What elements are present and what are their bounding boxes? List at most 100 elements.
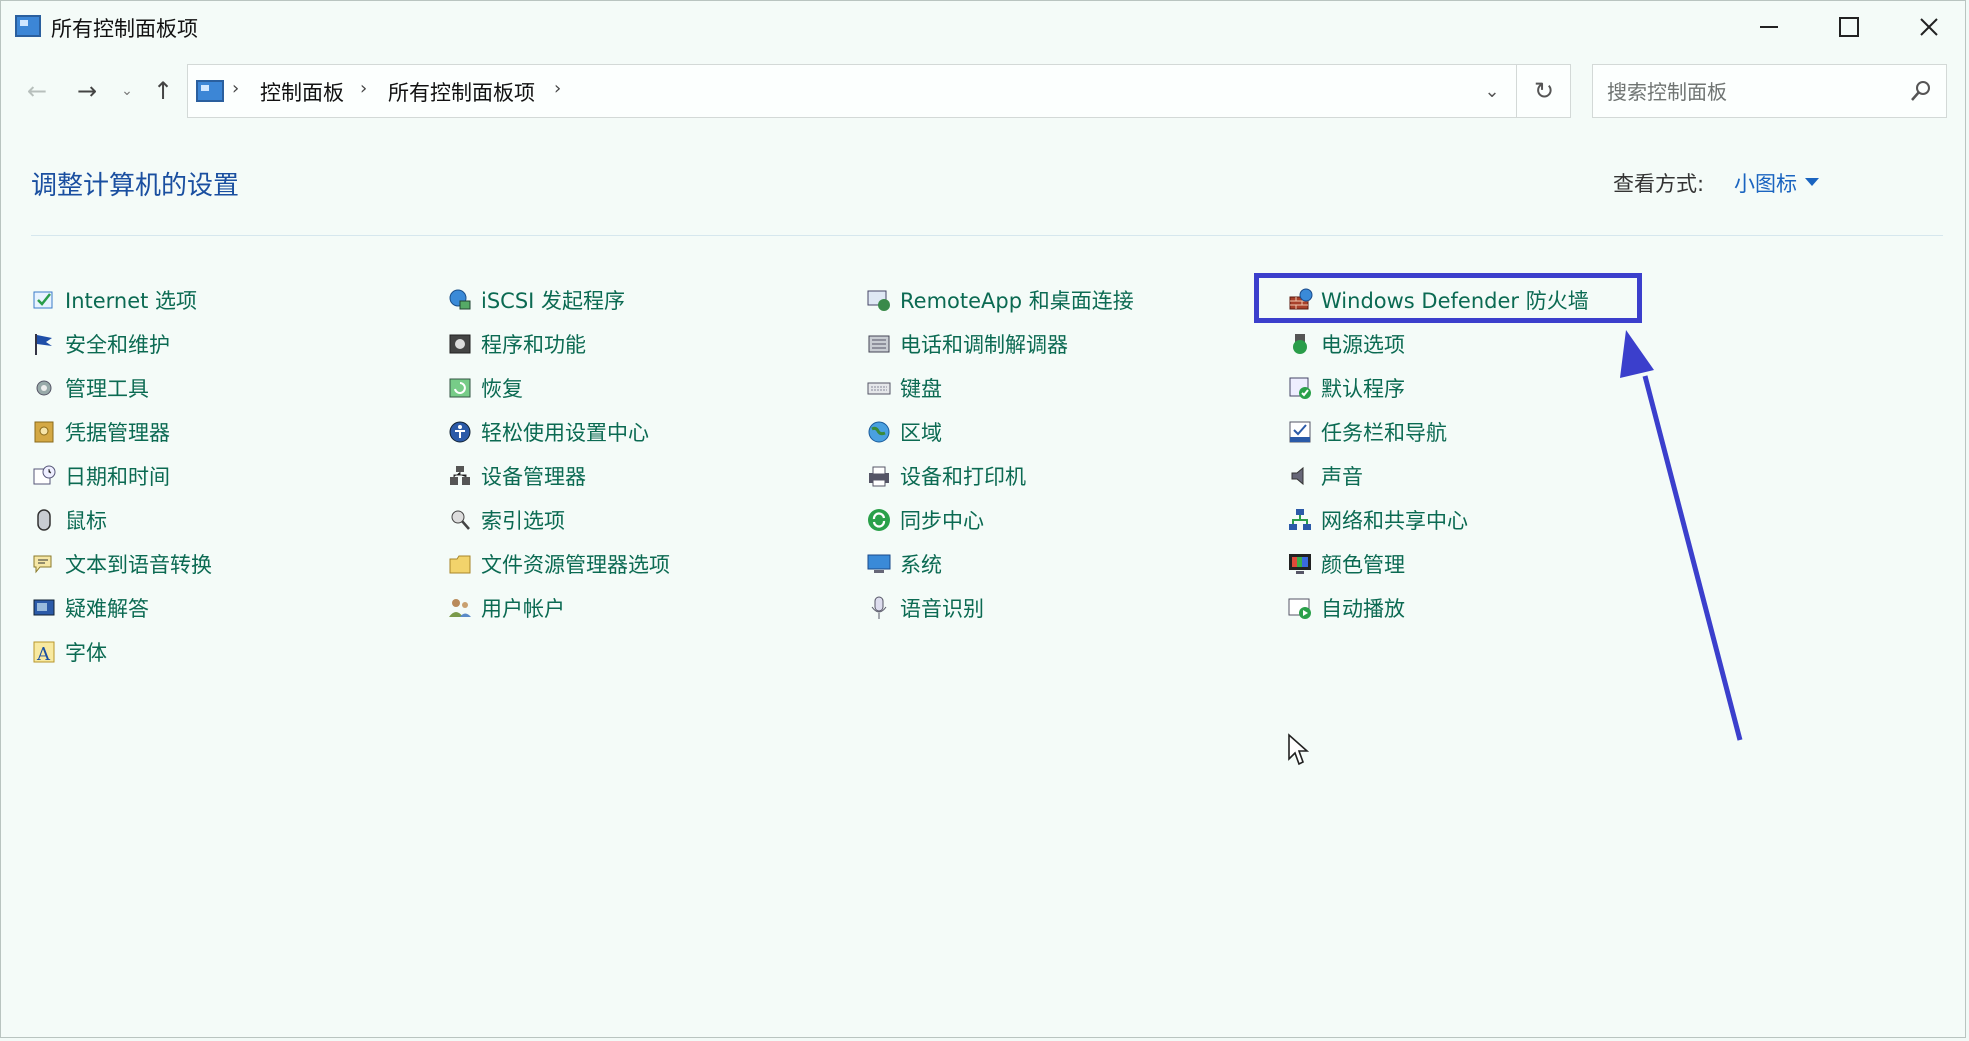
caret-down-icon[interactable] (1805, 178, 1819, 186)
search-input[interactable] (1605, 75, 1889, 109)
control-panel-item-label[interactable]: 电话和调制解调器 (900, 329, 1068, 359)
control-panel-item-label[interactable]: 疑难解答 (65, 593, 149, 623)
control-panel-item[interactable]: RemoteApp 和桌面连接 (866, 282, 1134, 318)
control-panel-item-label[interactable]: 用户帐户 (481, 593, 565, 623)
control-panel-item[interactable]: 设备和打印机 (866, 458, 1026, 494)
control-panel-item[interactable]: 安全和维护 (31, 326, 170, 362)
control-panel-item-label[interactable]: 同步中心 (900, 505, 984, 535)
speech-text-icon (31, 551, 57, 577)
svg-text:A: A (36, 644, 51, 665)
control-panel-item[interactable]: 系统 (866, 546, 942, 582)
control-panel-item[interactable]: 语音识别 (866, 590, 984, 626)
programs-icon (447, 331, 473, 357)
breadcrumb-separator[interactable]: › (232, 78, 239, 99)
control-panel-item-label[interactable]: RemoteApp 和桌面连接 (900, 285, 1134, 315)
control-panel-item-label[interactable]: 字体 (65, 637, 107, 667)
address-bar[interactable]: › 控制面板 › 所有控制面板项 › ⌄ ↻ (187, 64, 1571, 118)
minimize-icon (1760, 26, 1778, 28)
control-panel-item[interactable]: 程序和功能 (447, 326, 586, 362)
control-panel-item-label[interactable]: 恢复 (481, 373, 523, 403)
control-panel-item[interactable]: 同步中心 (866, 502, 984, 538)
control-panel-item[interactable]: 用户帐户 (447, 590, 565, 626)
address-history-dropdown[interactable]: ⌄ (1468, 65, 1516, 117)
back-button[interactable]: ← (19, 73, 55, 109)
search-icon[interactable] (1909, 79, 1933, 103)
search-box[interactable] (1592, 64, 1947, 118)
divider (31, 235, 1943, 236)
power-icon (1287, 331, 1313, 357)
maximize-button[interactable] (1809, 1, 1889, 53)
recent-locations-button[interactable]: ⌄ (115, 73, 139, 109)
control-panel-item[interactable]: 颜色管理 (1287, 546, 1405, 582)
ease-of-access-icon (447, 419, 473, 445)
control-panel-item-label[interactable]: 电源选项 (1321, 329, 1405, 359)
breadcrumb-control-panel[interactable]: 控制面板 (260, 77, 344, 107)
control-panel-item-label[interactable]: 颜色管理 (1321, 549, 1405, 579)
control-panel-item-label[interactable]: 凭据管理器 (65, 417, 170, 447)
control-panel-item[interactable]: 轻松使用设置中心 (447, 414, 649, 450)
control-panel-item[interactable]: A 字体 (31, 634, 107, 670)
control-panel-item-label[interactable]: 默认程序 (1321, 373, 1405, 403)
control-panel-item-label[interactable]: 管理工具 (65, 373, 149, 403)
calendar-clock-icon (31, 463, 57, 489)
breadcrumb-all-items[interactable]: 所有控制面板项 (388, 77, 535, 107)
control-panel-item-label[interactable]: 程序和功能 (481, 329, 586, 359)
control-panel-item-label[interactable]: 鼠标 (65, 505, 107, 535)
refresh-button[interactable]: ↻ (1516, 65, 1571, 117)
minimize-button[interactable] (1729, 1, 1809, 53)
flag-icon (31, 331, 57, 357)
control-panel-item-label[interactable]: 文件资源管理器选项 (481, 549, 670, 579)
control-panel-item[interactable]: 日期和时间 (31, 458, 170, 494)
control-panel-item-label[interactable]: 声音 (1321, 461, 1363, 491)
control-panel-item-label[interactable]: 安全和维护 (65, 329, 170, 359)
up-button[interactable]: ↑ (145, 73, 181, 109)
control-panel-item-label[interactable]: 设备和打印机 (900, 461, 1026, 491)
control-panel-item[interactable]: 文本到语音转换 (31, 546, 212, 582)
control-panel-item-label[interactable]: 任务栏和导航 (1321, 417, 1447, 447)
breadcrumb-separator[interactable]: › (360, 78, 367, 99)
mouse-cursor-icon (1288, 733, 1310, 766)
control-panel-item[interactable]: 索引选项 (447, 502, 565, 538)
control-panel-item[interactable]: 键盘 (866, 370, 942, 406)
control-panel-item[interactable]: 鼠标 (31, 502, 107, 538)
forward-button[interactable]: → (69, 73, 105, 109)
control-panel-item[interactable]: 声音 (1287, 458, 1363, 494)
color-management-icon (1287, 551, 1313, 577)
control-panel-item[interactable]: 疑难解答 (31, 590, 149, 626)
control-panel-item-label[interactable]: 设备管理器 (481, 461, 586, 491)
control-panel-item-label[interactable]: 自动播放 (1321, 593, 1405, 623)
breadcrumb-separator[interactable]: › (554, 78, 561, 99)
control-panel-item-label[interactable]: 文本到语音转换 (65, 549, 212, 579)
control-panel-item-label[interactable]: 系统 (900, 549, 942, 579)
control-panel-item[interactable]: 区域 (866, 414, 942, 450)
control-panel-item-label[interactable]: 轻松使用设置中心 (481, 417, 649, 447)
control-panel-item[interactable]: 自动播放 (1287, 590, 1405, 626)
control-panel-item-label[interactable]: iSCSI 发起程序 (481, 285, 625, 315)
view-by-dropdown[interactable]: 小图标 (1734, 168, 1797, 198)
control-panel-item-label[interactable]: 语音识别 (900, 593, 984, 623)
close-button[interactable] (1889, 1, 1969, 53)
control-panel-item-label[interactable]: 日期和时间 (65, 461, 170, 491)
control-panel-item-label[interactable]: 键盘 (900, 373, 942, 403)
control-panel-item[interactable]: 文件资源管理器选项 (447, 546, 670, 582)
control-panel-item[interactable]: 默认程序 (1287, 370, 1405, 406)
maximize-icon (1839, 17, 1859, 37)
control-panel-item[interactable]: 设备管理器 (447, 458, 586, 494)
control-panel-item[interactable]: 恢复 (447, 370, 523, 406)
control-panel-item[interactable]: 凭据管理器 (31, 414, 170, 450)
control-panel-item-label[interactable]: 索引选项 (481, 505, 565, 535)
control-panel-item[interactable]: Internet 选项 (31, 282, 197, 318)
control-panel-item[interactable]: iSCSI 发起程序 (447, 282, 625, 318)
control-panel-icon (15, 15, 41, 37)
control-panel-item[interactable]: 电源选项 (1287, 326, 1405, 362)
control-panel-item[interactable]: 管理工具 (31, 370, 149, 406)
control-panel-item[interactable]: 电话和调制解调器 (866, 326, 1068, 362)
control-panel-item-label[interactable]: Internet 选项 (65, 285, 197, 315)
control-panel-item[interactable]: 网络和共享中心 (1287, 502, 1468, 538)
control-panel-item-label[interactable]: 网络和共享中心 (1321, 505, 1468, 535)
control-panel-item[interactable]: 任务栏和导航 (1287, 414, 1447, 450)
system-icon (866, 551, 892, 577)
mouse-icon (31, 507, 57, 533)
control-panel-item-label[interactable]: 区域 (900, 417, 942, 447)
iscsi-icon (447, 287, 473, 313)
